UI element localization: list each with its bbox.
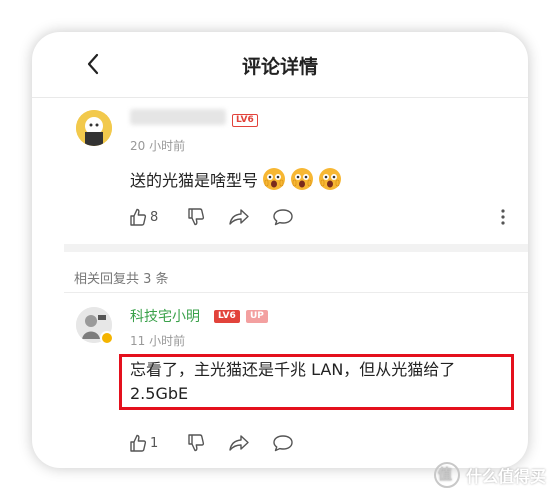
reply-actions: 1 [128,432,518,454]
more-vertical-icon [501,209,505,225]
thumbs-up-icon [130,208,147,226]
watermark-text: 什么值得买 [465,467,546,486]
highlight-box [119,354,514,410]
level-badge: LV6 [232,114,258,127]
comment-actions: 8 [128,206,518,228]
page-title: 评论详情 [241,56,318,78]
like-button[interactable]: 1 [128,432,158,454]
comment-body: 送的光猫是啥型号 [130,171,259,190]
dislike-button[interactable] [186,432,206,454]
comment-bubble-icon [273,209,293,226]
share-arrow-icon [229,435,249,451]
thumbs-down-icon [188,434,205,452]
avatar-image [76,110,112,146]
smzdm-logo-icon [433,462,460,488]
dislike-button[interactable] [186,206,206,228]
avatar[interactable] [76,110,112,146]
reply-username[interactable]: 科技宅小明 [130,306,200,326]
section-divider [64,244,528,252]
comment-time: 20 小时前 [130,139,186,153]
share-arrow-icon [229,209,249,225]
share-button[interactable] [228,432,250,454]
divider [64,292,528,293]
astonished-face-icon [262,167,286,191]
verified-icon [100,331,114,345]
thumbs-up-icon [130,434,147,452]
astonished-face-icon [290,167,314,191]
reply-time: 11 小时前 [130,334,186,348]
replies-count-label: 相关回复共 3 条 [74,272,169,287]
thumbs-down-icon [188,208,205,226]
up-badge: UP [246,310,268,323]
like-count: 8 [150,209,159,225]
header: 评论详情 [32,32,528,98]
watermark: 什么值得买 [433,462,546,488]
astonished-face-icon [318,167,342,191]
like-button[interactable]: 8 [128,206,158,228]
username-redacted [130,109,226,125]
comment-text: 送的光猫是啥型号 [130,167,342,191]
comment-bubble-icon [273,435,293,452]
more-button[interactable] [500,206,506,228]
level-badge: LV6 [214,310,240,323]
share-button[interactable] [228,206,250,228]
like-count: 1 [150,435,159,451]
comment-detail-card: 评论详情 LV6 20 小时前 送的光猫是啥型号 8 相关回复共 3 条 科技宅… [32,32,528,468]
reply-button[interactable] [272,206,294,228]
reply-button[interactable] [272,432,294,454]
